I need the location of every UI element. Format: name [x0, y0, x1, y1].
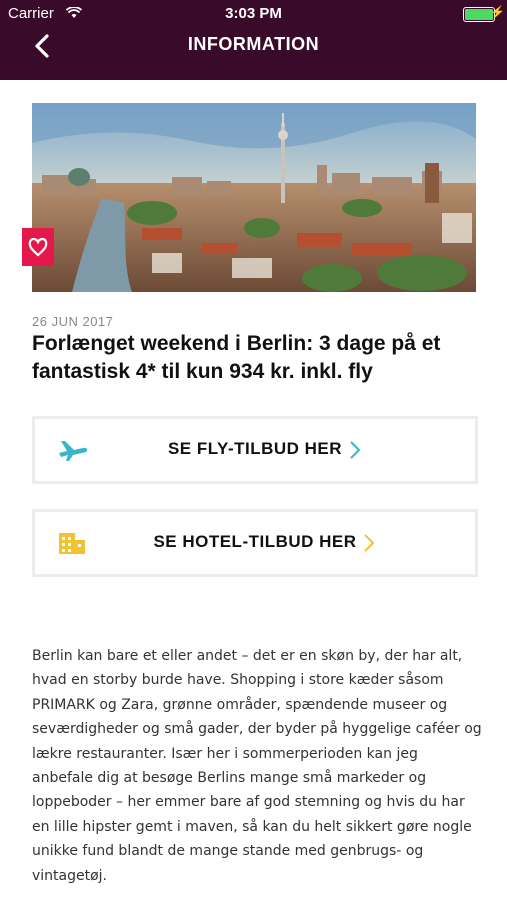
- status-bar: Carrier 3:03 PM ⚡: [0, 0, 507, 28]
- article-headline: Forlænget weekend i Berlin: 3 dage på et…: [32, 332, 441, 383]
- hero-image: [32, 103, 476, 292]
- clock: 3:03 PM: [225, 5, 282, 22]
- hotel-offer-label: SE HOTEL-TILBUD HER: [153, 532, 357, 551]
- hotel-offer-button[interactable]: SE HOTEL-TILBUD HER: [32, 509, 478, 577]
- heart-tag-icon: [22, 228, 54, 266]
- page-title: INFORMATION: [187, 34, 320, 54]
- charging-bolt-icon: ⚡: [490, 5, 505, 19]
- chevron-right-icon: [362, 532, 376, 559]
- article-date: 26 JUN 2017: [32, 314, 114, 329]
- top-bar: Carrier 3:03 PM ⚡ INFORMATION: [0, 0, 507, 80]
- chevron-right-icon: [348, 439, 362, 466]
- fly-offer-label: SE FLY-TILBUD HER: [167, 439, 343, 458]
- article-body: Berlin kan bare et eller andet – det er …: [32, 648, 482, 884]
- fly-offer-button[interactable]: SE FLY-TILBUD HER: [32, 416, 478, 484]
